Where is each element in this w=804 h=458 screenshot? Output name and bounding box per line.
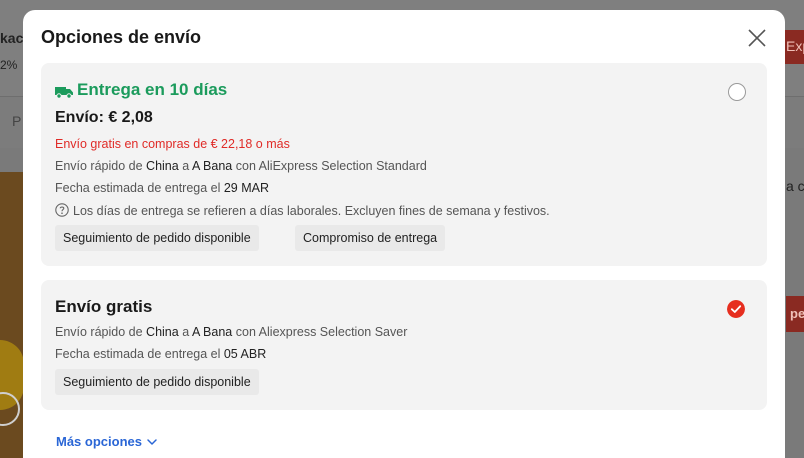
modal-title: Opciones de envío bbox=[41, 27, 202, 47]
estimated-delivery: Fecha estimada de entrega el 29 MAR bbox=[55, 181, 270, 195]
option-title: Entrega en 10 días bbox=[77, 80, 228, 99]
more-options-link[interactable]: Más opciones bbox=[56, 434, 158, 449]
shipping-option-free[interactable]: Envío gratis Envío rápido de China a A B… bbox=[41, 280, 767, 410]
truck-icon bbox=[55, 87, 73, 99]
destination: A Bana bbox=[191, 325, 233, 339]
close-icon[interactable] bbox=[745, 26, 769, 50]
shipping-route: Envío rápido de China a A Bana con AliEx… bbox=[55, 159, 427, 173]
eta-date: 29 MAR bbox=[223, 181, 270, 195]
background-tab-fragment: P bbox=[12, 113, 22, 129]
chevron-down-icon bbox=[147, 439, 157, 445]
business-days-note: Los días de entrega se refieren a días l… bbox=[55, 203, 550, 218]
origin: China bbox=[146, 159, 179, 173]
shipping-price: Envío: € 2,08 bbox=[55, 109, 153, 126]
background-right-fragment: a c bbox=[786, 178, 804, 194]
tag-tracking: Seguimiento de pedido disponible bbox=[55, 225, 259, 251]
question-icon bbox=[55, 203, 69, 217]
background-buy-button: pe bbox=[786, 296, 804, 332]
option-title: Envío gratis bbox=[55, 297, 153, 316]
background-percent-fragment: 2% bbox=[0, 58, 18, 72]
shipping-option-express[interactable]: Entrega en 10 días Envío: € 2,08 Envío g… bbox=[41, 63, 767, 266]
origin: China bbox=[146, 325, 179, 339]
estimated-delivery: Fecha estimada de entrega el 05 ABR bbox=[55, 347, 267, 361]
option-radio[interactable] bbox=[728, 83, 746, 101]
tag-tracking: Seguimiento de pedido disponible bbox=[55, 369, 259, 395]
eta-date: 05 ABR bbox=[223, 347, 267, 361]
background-brand-button: Exp bbox=[784, 30, 804, 64]
background-title-fragment: kac bbox=[0, 30, 24, 46]
shipping-route: Envío rápido de China a A Bana con Aliex… bbox=[55, 325, 408, 339]
destination: A Bana bbox=[191, 159, 233, 173]
shipping-options-modal: Opciones de envío Entrega en 10 días Env… bbox=[23, 10, 785, 458]
tag-delivery-commitment: Compromiso de entrega bbox=[295, 225, 446, 251]
checked-radio-icon[interactable] bbox=[727, 300, 745, 318]
free-shipping-threshold: Envío gratis en compras de € 22,18 o más bbox=[55, 137, 290, 151]
